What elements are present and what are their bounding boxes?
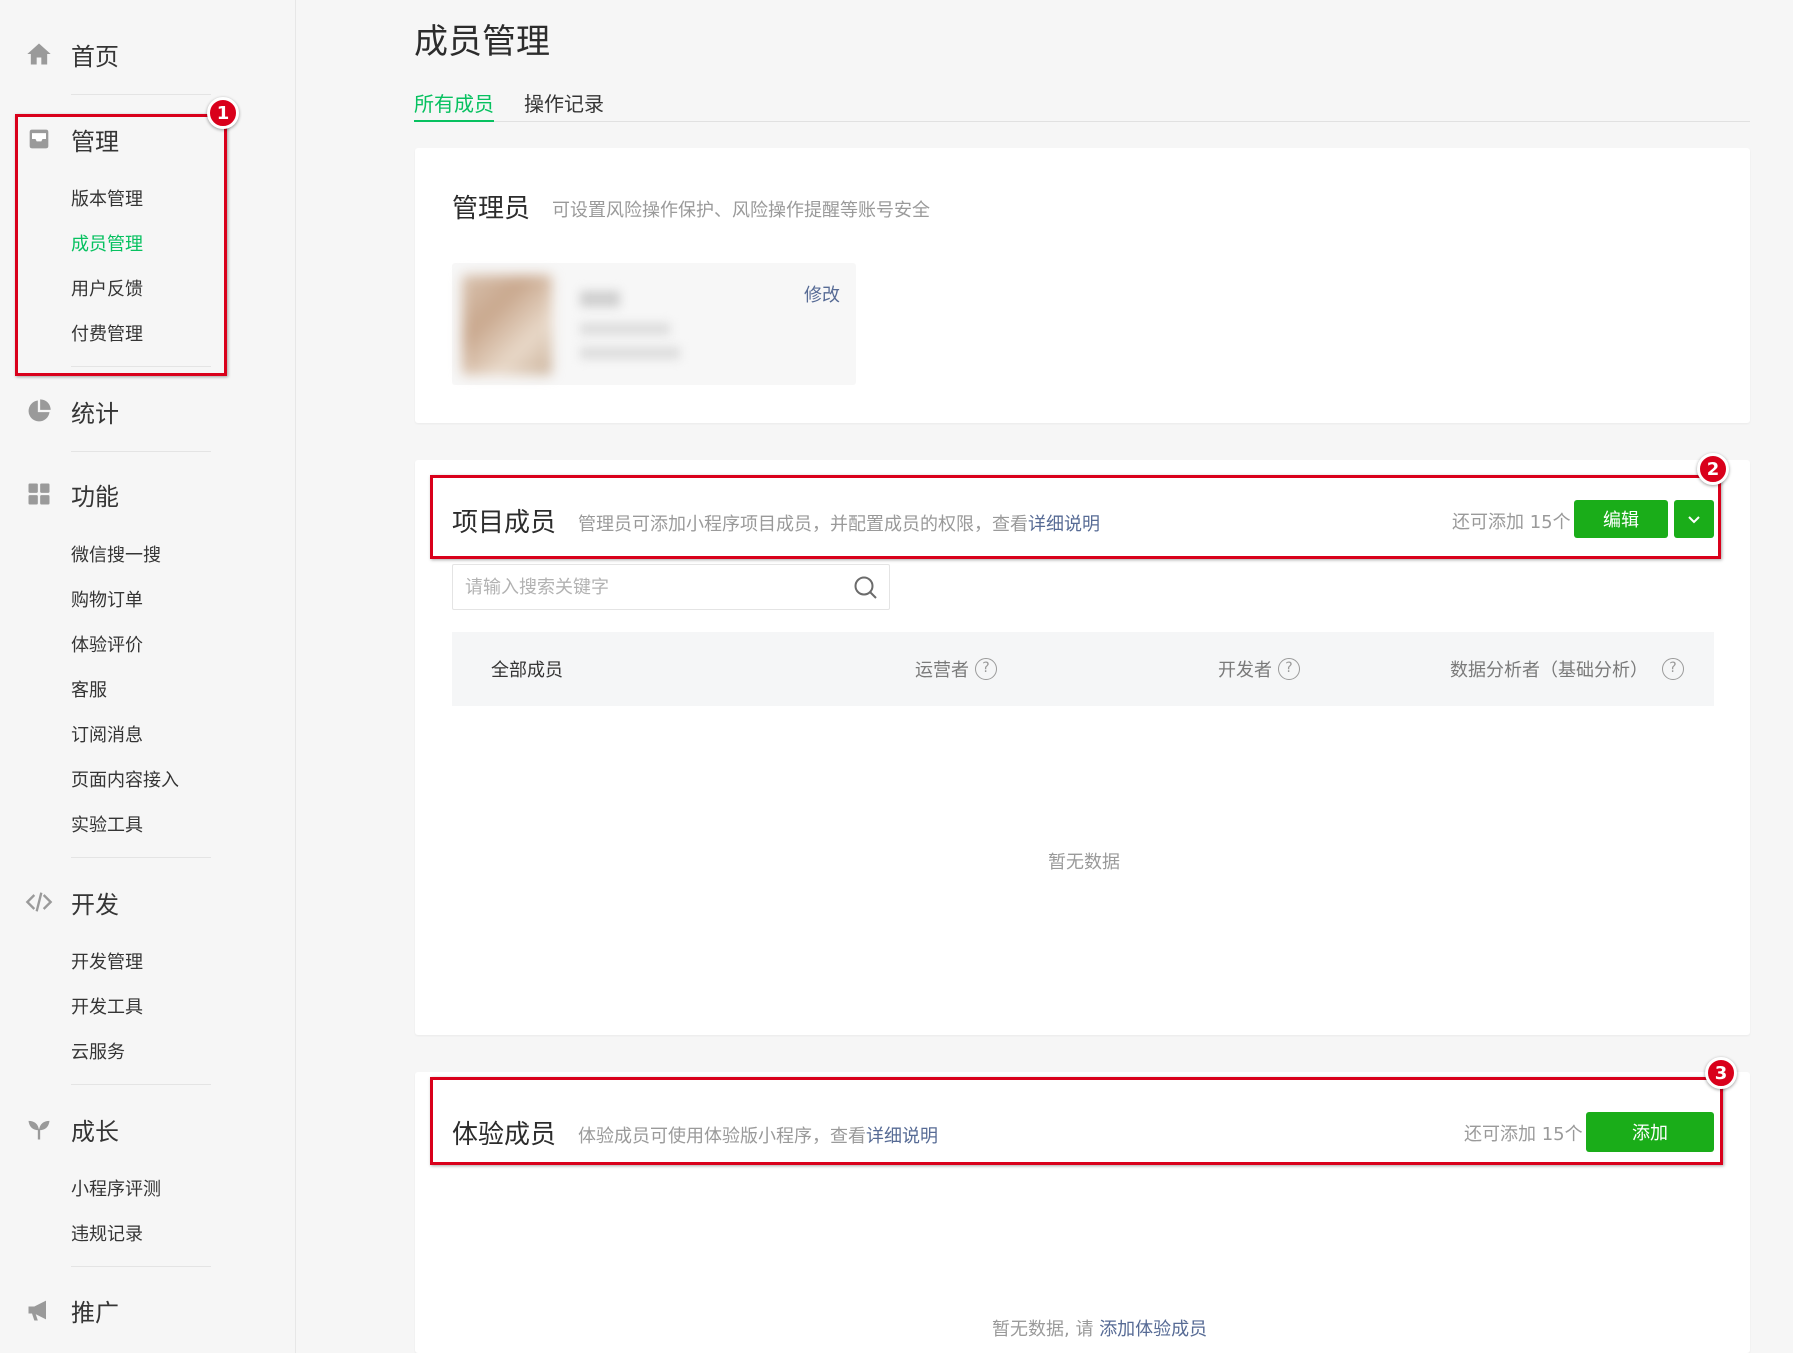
column-data-analyst-label: 数据分析者（基础分析） (1450, 660, 1648, 681)
pie-chart-icon (24, 396, 54, 426)
sidebar-item-evaluation[interactable]: 小程序评测 (71, 1178, 161, 1202)
avatar (462, 275, 552, 375)
sidebar-item-feedback[interactable]: 用户反馈 (71, 278, 143, 302)
help-icon[interactable]: ? (1662, 658, 1684, 680)
nav-features-label: 功能 (71, 482, 119, 511)
search-input[interactable] (465, 565, 835, 609)
annotation-badge-3: 3 (1705, 1057, 1737, 1089)
sprout-icon (24, 1114, 54, 1144)
admin-edit-link[interactable]: 修改 (804, 281, 840, 307)
code-icon (24, 887, 54, 917)
nav-home-label: 首页 (71, 42, 119, 71)
help-icon[interactable]: ? (1278, 658, 1300, 680)
nav-growth[interactable]: 成长 (0, 1109, 296, 1149)
sidebar-item-wechat-search[interactable]: 微信搜一搜 (71, 544, 161, 568)
project-members-title: 项目成员 (452, 508, 557, 538)
divider (71, 451, 211, 452)
empty-state: 暂无数据 (1048, 852, 1120, 873)
column-developer: 开发者? (1218, 656, 1300, 682)
nav-promo[interactable]: 推广 (0, 1290, 296, 1330)
sidebar-item-experiments[interactable]: 实验工具 (71, 814, 143, 838)
search-icon[interactable] (853, 575, 879, 601)
trial-members-title: 体验成员 (452, 1120, 557, 1150)
nav-stats[interactable]: 统计 (0, 391, 296, 431)
sidebar-item-customer-service[interactable]: 客服 (71, 679, 107, 703)
trial-empty-text: 暂无数据, 请 (992, 1319, 1094, 1340)
megaphone-icon (24, 1295, 54, 1325)
page-title: 成员管理 (414, 22, 550, 62)
sidebar-item-cloud[interactable]: 云服务 (71, 1041, 125, 1065)
tab-operation-log[interactable]: 操作记录 (524, 88, 604, 122)
member-search (452, 564, 890, 610)
nav-promo-label: 推广 (71, 1298, 119, 1327)
divider (71, 1084, 211, 1085)
column-data-analyst: 数据分析者（基础分析）? (1450, 656, 1684, 682)
divider (71, 94, 211, 95)
nav-features[interactable]: 功能 (0, 474, 296, 514)
admin-name-redacted (580, 291, 620, 307)
sidebar-item-version[interactable]: 版本管理 (71, 188, 143, 212)
sidebar: 首页 管理 版本管理 成员管理 用户反馈 付费管理 统计 功能 微信搜一搜 购物… (0, 0, 296, 1353)
sidebar-item-subscription[interactable]: 订阅消息 (71, 724, 143, 748)
edit-button[interactable]: 编辑 (1574, 500, 1668, 538)
sidebar-item-members[interactable]: 成员管理 (71, 233, 143, 257)
trial-members-desc: 体验成员可使用体验版小程序，查看详细说明 (578, 1122, 938, 1148)
divider (71, 857, 211, 858)
column-operator-label: 运营者 (915, 660, 969, 681)
sidebar-item-payment[interactable]: 付费管理 (71, 323, 143, 347)
column-operator: 运营者? (915, 656, 997, 682)
nav-home[interactable]: 首页 (0, 34, 296, 74)
chevron-down-icon (1688, 516, 1700, 524)
project-members-card: 项目成员 管理员可添加小程序项目成员，并配置成员的权限，查看详细说明 还可添加 … (415, 460, 1750, 1035)
column-all-members[interactable]: 全部成员 (491, 656, 563, 682)
trial-empty-state: 暂无数据, 请 添加体验成员 (992, 1315, 1207, 1341)
project-members-desc-text: 管理员可添加小程序项目成员，并配置成员的权限，查看 (578, 514, 1028, 535)
project-members-quota: 还可添加 15个 (1452, 512, 1571, 533)
trial-members-quota: 还可添加 15个 (1464, 1124, 1583, 1145)
nav-growth-label: 成长 (71, 1117, 119, 1146)
admin-card-desc: 可设置风险操作保护、风险操作提醒等账号安全 (552, 200, 930, 221)
column-developer-label: 开发者 (1218, 660, 1272, 681)
nav-manage[interactable]: 管理 (0, 119, 296, 159)
sidebar-item-reviews[interactable]: 体验评价 (71, 634, 143, 658)
nav-manage-label: 管理 (71, 127, 119, 156)
tab-all-members[interactable]: 所有成员 (414, 88, 494, 122)
admin-card-title: 管理员 (452, 194, 531, 224)
member-table-header: 全部成员 运营者? 开发者? 数据分析者（基础分析）? (452, 632, 1714, 706)
nav-dev[interactable]: 开发 (0, 882, 296, 922)
column-all-members-label: 全部成员 (491, 660, 563, 681)
home-icon (24, 39, 54, 69)
annotation-badge-2: 2 (1697, 453, 1729, 485)
admin-info-redacted (580, 323, 670, 335)
nav-dev-label: 开发 (71, 890, 119, 919)
annotation-badge-1: 1 (207, 97, 239, 129)
admin-profile: 修改 (452, 263, 856, 385)
grid-icon (24, 479, 54, 509)
sidebar-item-orders[interactable]: 购物订单 (71, 589, 143, 613)
trial-members-detail-link[interactable]: 详细说明 (866, 1126, 938, 1147)
inbox-icon (24, 124, 54, 154)
admin-info-redacted (580, 347, 680, 359)
divider (71, 1266, 211, 1267)
project-members-desc: 管理员可添加小程序项目成员，并配置成员的权限，查看详细说明 (578, 510, 1100, 536)
trial-members-desc-text: 体验成员可使用体验版小程序，查看 (578, 1126, 866, 1147)
admin-card: 管理员 可设置风险操作保护、风险操作提醒等账号安全 修改 (415, 148, 1750, 423)
nav-stats-label: 统计 (71, 399, 119, 428)
add-trial-member-button[interactable]: 添加 (1586, 1112, 1714, 1152)
add-trial-member-link[interactable]: 添加体验成员 (1099, 1319, 1207, 1340)
sidebar-item-violations[interactable]: 违规记录 (71, 1223, 143, 1247)
project-members-detail-link[interactable]: 详细说明 (1028, 514, 1100, 535)
edit-dropdown-button[interactable] (1674, 500, 1714, 538)
divider (71, 366, 211, 367)
sidebar-item-page-content[interactable]: 页面内容接入 (71, 769, 179, 793)
tab-bar: 所有成员 操作记录 (414, 84, 1750, 122)
sidebar-item-dev-manage[interactable]: 开发管理 (71, 951, 143, 975)
help-icon[interactable]: ? (975, 658, 997, 680)
sidebar-item-dev-tools[interactable]: 开发工具 (71, 996, 143, 1020)
trial-members-card: 体验成员 体验成员可使用体验版小程序，查看详细说明 还可添加 15个 添加 暂无… (415, 1072, 1750, 1353)
